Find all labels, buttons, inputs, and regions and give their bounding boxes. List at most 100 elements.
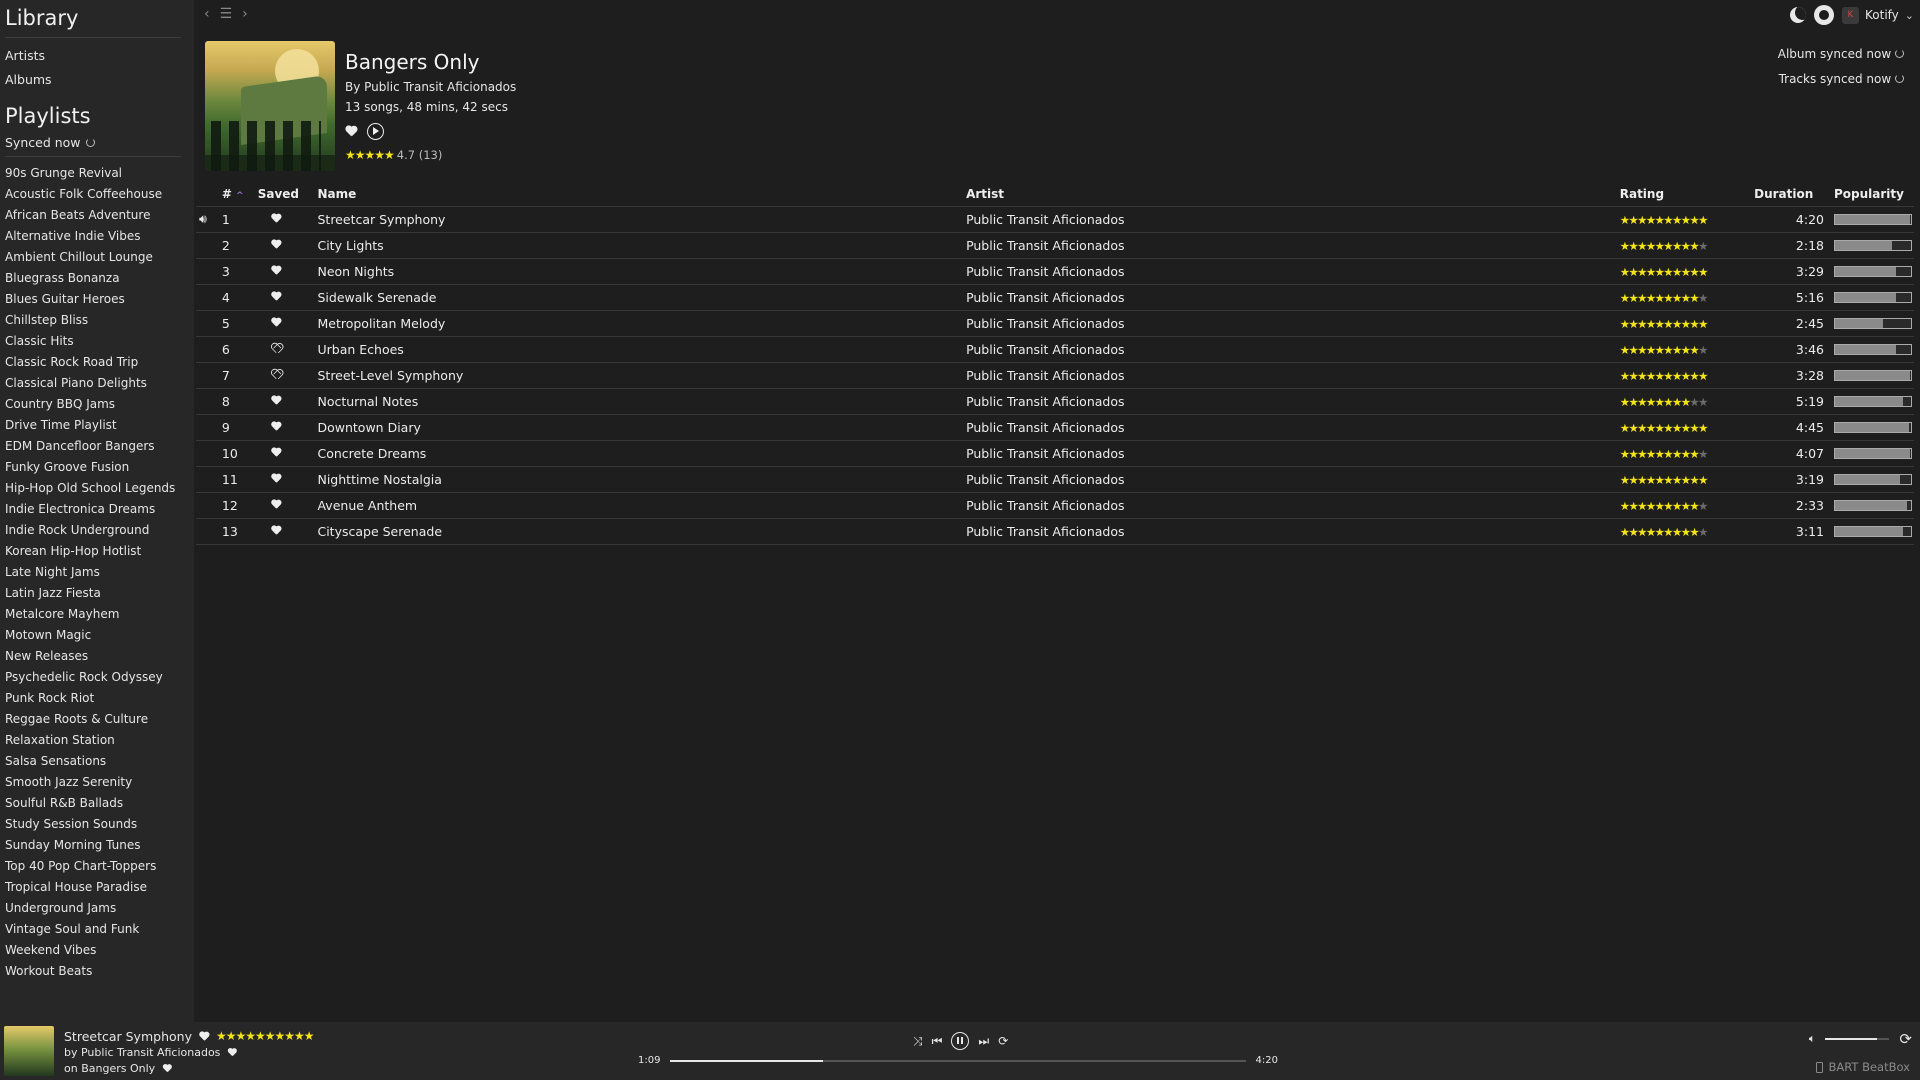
sidebar-playlist-item[interactable]: Tropical House Paradise <box>5 877 189 898</box>
sidebar-playlist-item[interactable]: Drive Time Playlist <box>5 415 189 436</box>
volume-speaker-icon[interactable]: 🔈︎ <box>1809 1032 1816 1046</box>
sidebar-playlist-item[interactable]: Acoustic Folk Coffeehouse <box>5 184 189 205</box>
track-rating[interactable]: ★★★★★★★★★★ <box>1619 387 1755 414</box>
sidebar-playlist-item[interactable]: Punk Rock Riot <box>5 688 189 709</box>
sidebar-playlist-item[interactable]: Smooth Jazz Serenity <box>5 772 189 793</box>
back-icon[interactable]: ‹ <box>204 6 210 22</box>
track-artist[interactable]: Public Transit Aficionados <box>966 283 1620 310</box>
sidebar-playlist-item[interactable]: Bluegrass Bonanza <box>5 268 189 289</box>
queue-list-icon[interactable]: ☰ <box>220 6 233 22</box>
repeat-icon[interactable]: ⟳ <box>998 1034 1008 1048</box>
track-rating[interactable]: ★★★★★★★★★★ <box>1619 491 1755 518</box>
track-name[interactable]: Street-Level Symphony <box>317 361 967 388</box>
track-rating[interactable]: ★★★★★★★★★★ <box>1619 283 1755 310</box>
track-name[interactable]: Nighttime Nostalgia <box>317 465 967 492</box>
rating-stars[interactable]: ★★★★★★★★★★ <box>1620 317 1709 331</box>
track-artist[interactable]: Public Transit Aficionados <box>966 309 1620 336</box>
now-playing-title[interactable]: Streetcar Symphony <box>64 1029 192 1044</box>
sidebar-playlist-item[interactable]: Funky Groove Fusion <box>5 457 189 478</box>
sidebar-playlist-item[interactable]: Underground Jams <box>5 898 189 919</box>
sidebar-playlist-item[interactable]: Late Night Jams <box>5 562 189 583</box>
track-name[interactable]: Concrete Dreams <box>317 439 967 466</box>
header-artist[interactable]: Artist <box>966 183 1620 206</box>
sidebar-playlist-item[interactable]: Country BBQ Jams <box>5 394 189 415</box>
refresh-icon[interactable]: ⟳ <box>1899 1030 1912 1048</box>
album-sync-status[interactable]: Album synced now <box>1778 44 1904 69</box>
header-number[interactable]: # ^ <box>210 183 258 206</box>
progress-slider[interactable] <box>670 1059 1246 1062</box>
sidebar-playlist-item[interactable]: Vintage Soul and Funk <box>5 919 189 940</box>
now-playing-album[interactable]: on Bangers Only <box>64 1062 155 1075</box>
table-row[interactable]: 8 Nocturnal Notes Public Transit Aficionad… <box>196 387 1914 414</box>
save-album-heart-icon[interactable] <box>345 126 357 137</box>
header-duration[interactable]: Duration <box>1754 183 1834 206</box>
pause-button-icon[interactable] <box>951 1032 970 1050</box>
track-rating[interactable]: ★★★★★★★★★★ <box>1619 413 1755 440</box>
sidebar-playlist-item[interactable]: Ambient Chillout Lounge <box>5 247 189 268</box>
table-row[interactable]: 13 Cityscape Serenade Public Transit Afici… <box>196 517 1914 545</box>
sidebar-playlist-item[interactable]: Weekend Vibes <box>5 940 189 961</box>
sidebar-playlist-item[interactable]: Metalcore Mayhem <box>5 604 189 625</box>
sidebar-playlist-item[interactable]: African Beats Adventure <box>5 205 189 226</box>
saved-heart-icon[interactable] <box>271 213 281 222</box>
saved-heart-icon[interactable] <box>271 447 281 456</box>
unsaved-heart-icon[interactable] <box>271 343 281 352</box>
track-rating[interactable]: ★★★★★★★★★★ <box>1619 361 1755 388</box>
track-name[interactable]: Sidewalk Serenade <box>317 283 967 310</box>
track-name[interactable]: Metropolitan Melody <box>317 309 967 336</box>
playlists-sync-status[interactable]: Synced now <box>5 135 189 150</box>
saved-heart-icon[interactable] <box>271 317 281 326</box>
previous-track-icon[interactable]: ⏮ <box>932 1034 943 1049</box>
track-artist[interactable]: Public Transit Aficionados <box>966 413 1620 440</box>
rating-stars[interactable]: ★★★★★★★★★★ <box>1620 447 1709 461</box>
now-playing-cover[interactable] <box>4 1026 54 1076</box>
sidebar-playlist-item[interactable]: Blues Guitar Heroes <box>5 289 189 310</box>
rating-stars[interactable]: ★★★★★★★★★★ <box>1620 421 1709 435</box>
user-menu[interactable]: K Kotify ⌄ <box>1842 6 1914 24</box>
refresh-icon[interactable] <box>1895 74 1904 83</box>
sidebar-playlist-item[interactable]: 90s Grunge Revival <box>5 163 189 184</box>
sidebar-item-artists[interactable]: Artists <box>5 44 189 68</box>
sidebar-playlist-item[interactable]: Salsa Sensations <box>5 751 189 772</box>
track-name[interactable]: City Lights <box>317 231 967 258</box>
rating-stars[interactable]: ★★★★★★★★★★ <box>1620 369 1709 383</box>
rating-stars[interactable]: ★★★★★★★★★★ <box>1620 291 1709 305</box>
track-artist[interactable]: Public Transit Aficionados <box>966 517 1620 545</box>
track-rating[interactable]: ★★★★★★★★★★ <box>1619 465 1755 492</box>
forward-icon[interactable]: › <box>242 6 248 22</box>
track-artist[interactable]: Public Transit Aficionados <box>966 491 1620 518</box>
volume-slider[interactable] <box>1825 1038 1890 1040</box>
sidebar-item-albums[interactable]: Albums <box>5 68 189 92</box>
saved-heart-icon[interactable] <box>271 395 281 404</box>
sidebar-playlist-item[interactable]: Indie Rock Underground <box>5 520 189 541</box>
sidebar-playlist-item[interactable]: Chillstep Bliss <box>5 310 189 331</box>
track-name[interactable]: Avenue Anthem <box>317 491 967 518</box>
sidebar-playlist-item[interactable]: Workout Beats <box>5 961 189 982</box>
table-row[interactable]: 12 Avenue Anthem Public Transit Aficionado… <box>196 491 1914 518</box>
table-row[interactable]: 3 Neon Nights Public Transit Aficionados ★★… <box>196 257 1914 284</box>
rating-stars[interactable]: ★★★★★★★★★★ <box>1620 395 1709 409</box>
track-name[interactable]: Streetcar Symphony <box>317 205 967 232</box>
sidebar-playlist-item[interactable]: Sunday Morning Tunes <box>5 835 189 856</box>
saved-heart-icon[interactable] <box>271 265 281 274</box>
table-row[interactable]: 4 Sidewalk Serenade Public Transit Aficion… <box>196 283 1914 310</box>
table-row[interactable]: 11 Nighttime Nostalgia Public Transit Afic… <box>196 465 1914 492</box>
saved-heart-icon[interactable] <box>271 239 281 248</box>
rating-stars[interactable]: ★★★★★★★★★★ <box>1620 499 1709 513</box>
track-name[interactable]: Nocturnal Notes <box>317 387 967 414</box>
save-track-heart-icon[interactable] <box>199 1031 209 1040</box>
track-rating[interactable]: ★★★★★★★★★★ <box>1619 517 1755 545</box>
sidebar-playlist-item[interactable]: Soulful R&B Ballads <box>5 793 189 814</box>
follow-artist-heart-icon[interactable] <box>228 1048 237 1056</box>
track-name[interactable]: Cityscape Serenade <box>317 517 967 545</box>
header-rating[interactable]: Rating <box>1620 183 1754 206</box>
sidebar-playlist-item[interactable]: Study Session Sounds <box>5 814 189 835</box>
track-rating[interactable]: ★★★★★★★★★★ <box>1619 335 1755 362</box>
rating-stars[interactable]: ★★★★★★★★★★ <box>1620 473 1709 487</box>
sidebar-playlist-item[interactable]: Classic Hits <box>5 331 189 352</box>
next-track-icon[interactable]: ⏭ <box>978 1034 989 1049</box>
sidebar-playlist-item[interactable]: Korean Hip-Hop Hotlist <box>5 541 189 562</box>
track-artist[interactable]: Public Transit Aficionados <box>966 439 1620 466</box>
header-name[interactable]: Name <box>317 183 966 206</box>
saved-heart-icon[interactable] <box>271 421 281 430</box>
